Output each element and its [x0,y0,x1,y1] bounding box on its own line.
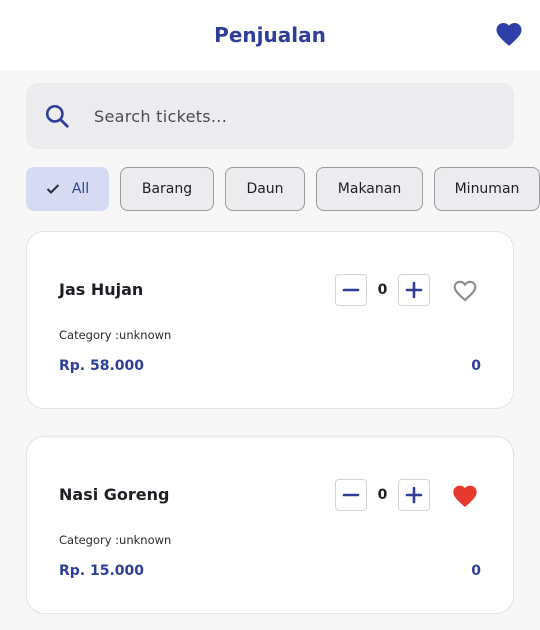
product-category: Category :unknown [59,533,172,547]
chip-barang[interactable]: Barang [120,167,214,211]
favorites-button[interactable] [494,18,524,48]
heart-outline-icon [453,280,477,302]
minus-icon [342,288,360,292]
chip-all[interactable]: All [26,167,109,211]
quantity-value: 0 [377,282,388,298]
product-price: Rp. 15.000 [59,563,145,579]
quantity-stepper: 0 [335,274,430,306]
page-title: Penjualan [214,23,326,47]
favorite-toggle-button[interactable] [449,274,481,306]
increase-quantity-button[interactable] [398,274,430,306]
product-name: Jas Hujan [59,280,144,299]
check-icon [46,183,60,195]
plus-icon [405,486,423,504]
decrease-quantity-button[interactable] [335,479,367,511]
search-input[interactable] [94,106,474,126]
search-icon [44,102,72,130]
favorite-toggle-button[interactable] [449,479,481,511]
product-category: Category :unknown [59,328,172,342]
chip-minuman[interactable]: Minuman [434,167,540,211]
category-filter-chips: All Barang Daun Makanan Minuman [26,167,540,211]
search-bar [26,83,514,149]
chip-daun[interactable]: Daun [225,167,305,211]
product-card[interactable]: Jas Hujan 0 Category :unknown Rp. 58.000… [26,231,514,409]
heart-filled-icon [496,23,522,46]
chip-label: Barang [141,181,193,197]
heart-filled-icon [453,485,477,508]
product-total: 0 [471,358,481,374]
decrease-quantity-button[interactable] [335,274,367,306]
top-bar: Penjualan [0,0,540,70]
chip-makanan[interactable]: Makanan [316,167,423,211]
product-name: Nasi Goreng [59,485,170,504]
quantity-stepper: 0 [335,479,430,511]
chip-label: All [71,181,90,197]
increase-quantity-button[interactable] [398,479,430,511]
product-card[interactable]: Nasi Goreng 0 Category :unknown Rp. 15.0… [26,436,514,614]
chip-label: Minuman [454,181,520,197]
product-total: 0 [471,563,481,579]
plus-icon [405,281,423,299]
chip-label: Makanan [337,181,402,197]
quantity-value: 0 [377,487,388,503]
chip-label: Daun [246,181,284,197]
product-price: Rp. 58.000 [59,358,145,374]
minus-icon [342,493,360,497]
